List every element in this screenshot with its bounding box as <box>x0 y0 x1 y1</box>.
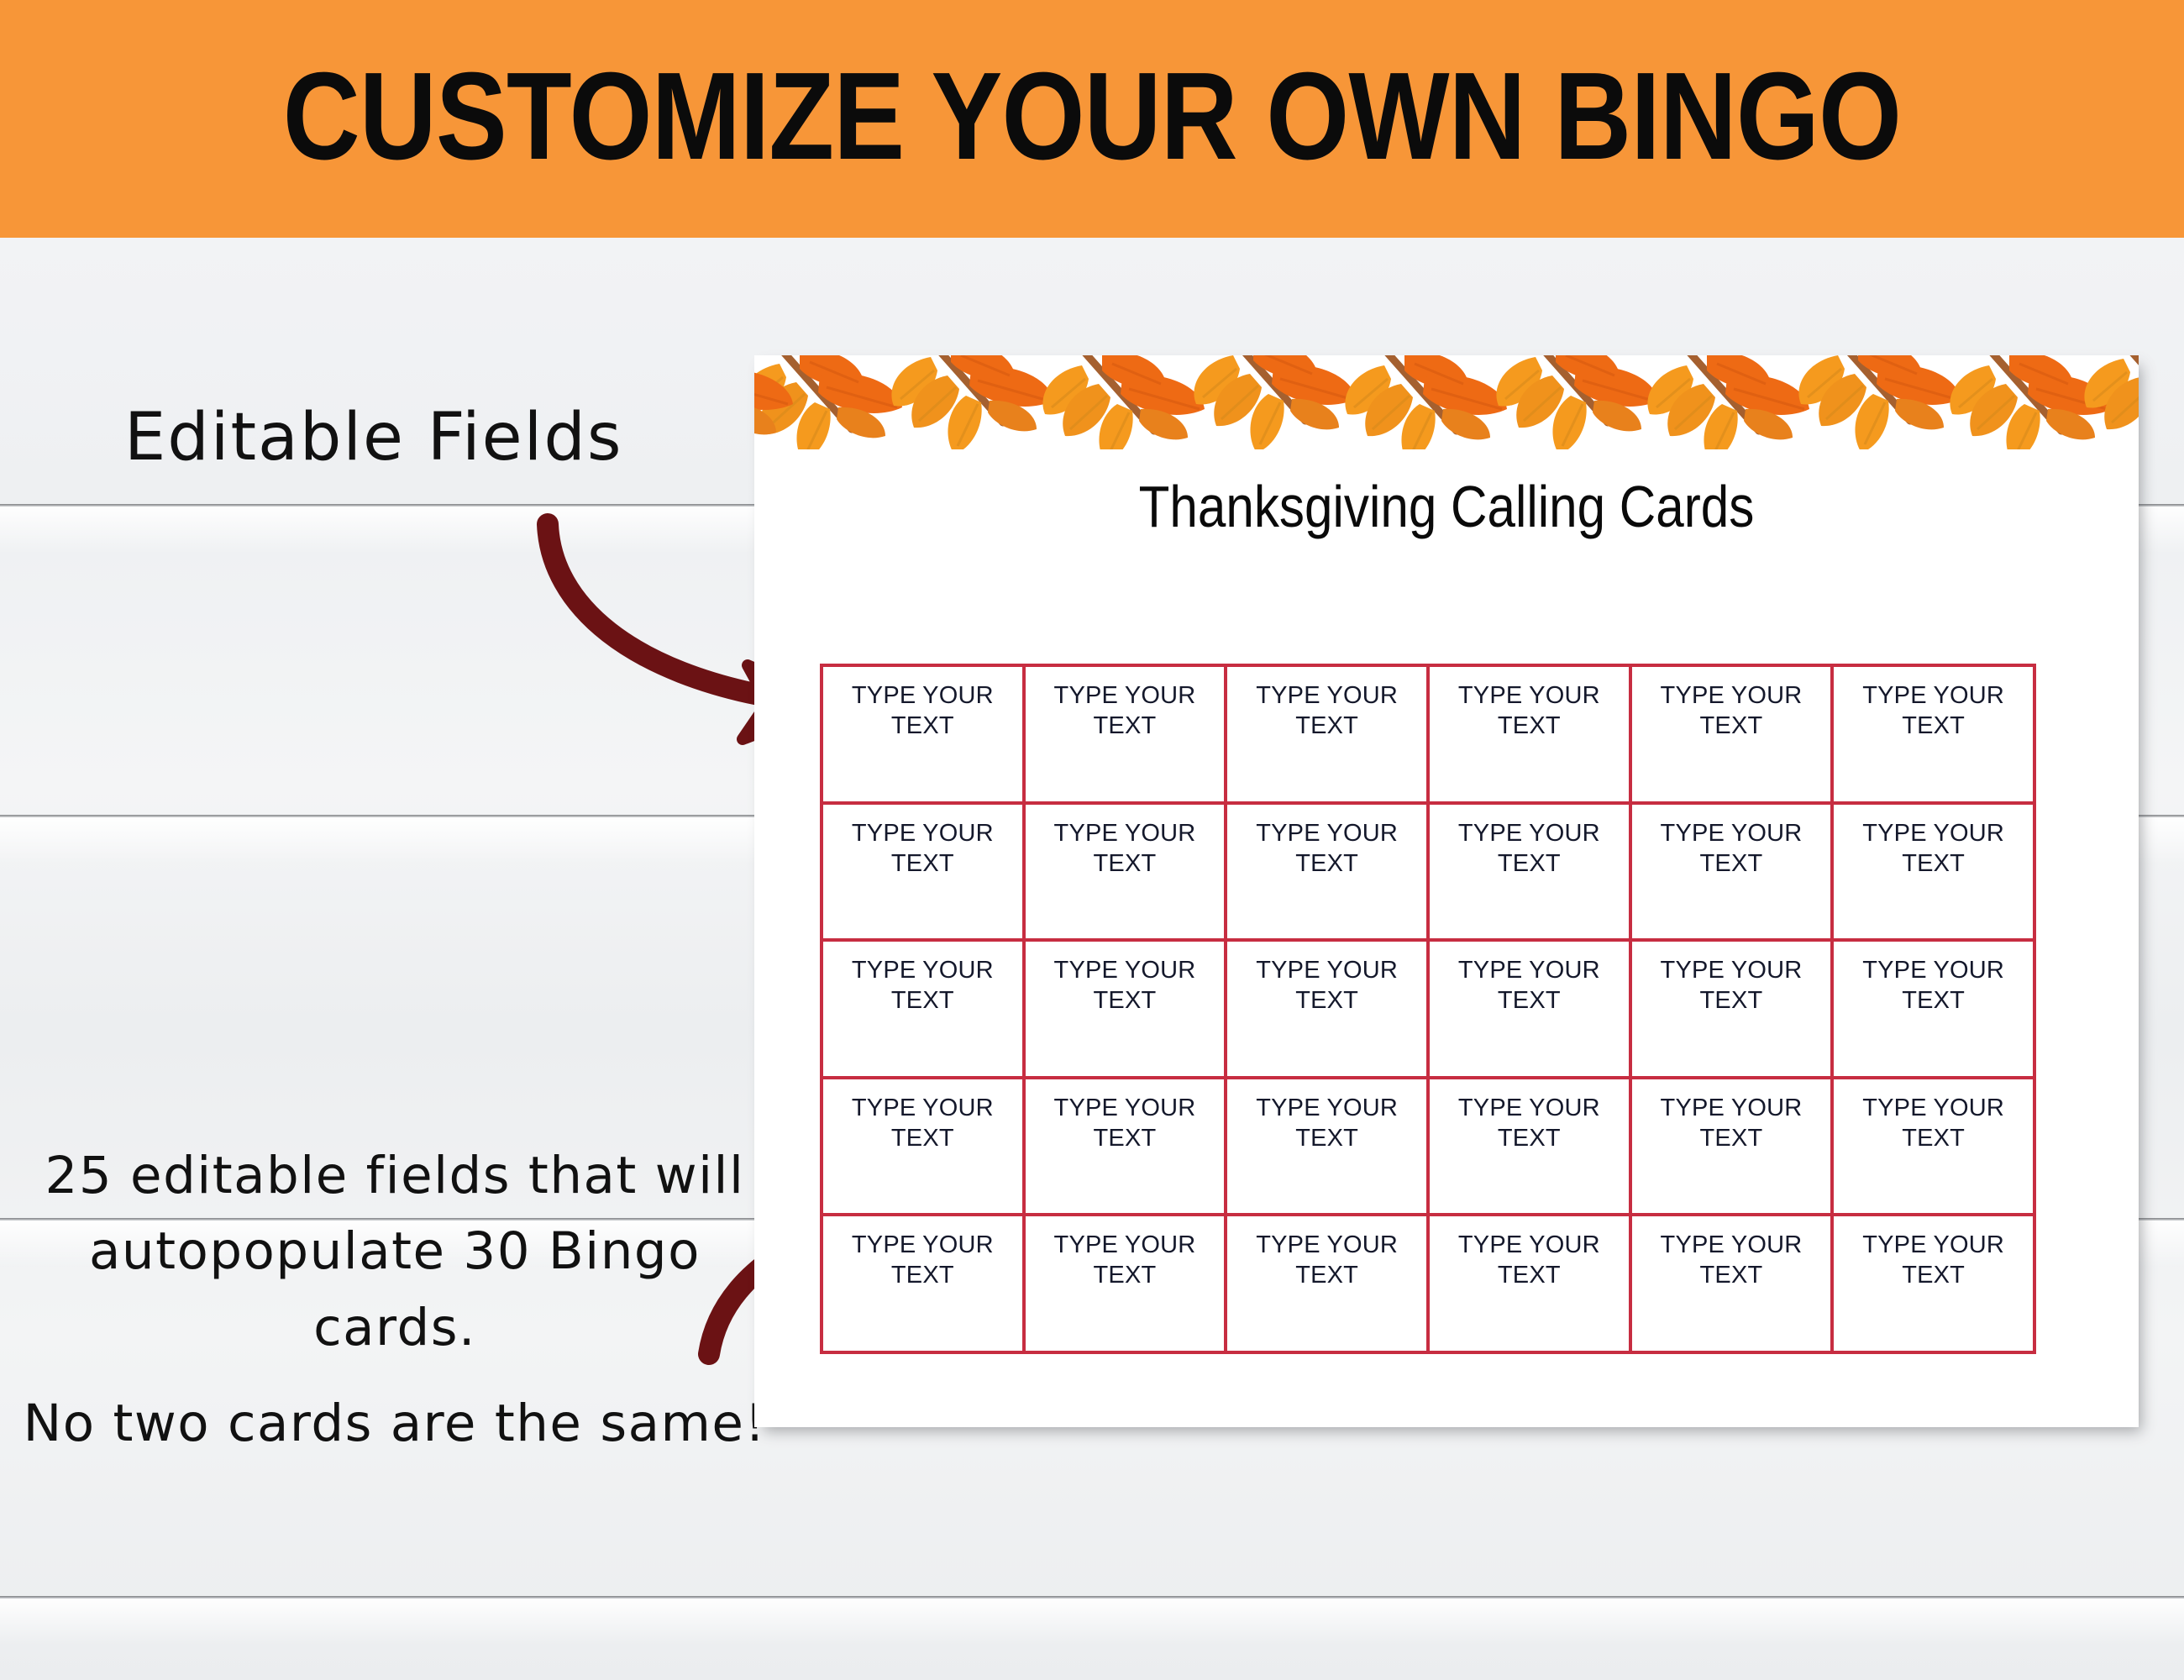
bingo-cell-label: TYPE YOUR TEXT <box>851 957 994 1015</box>
bingo-cell-label: TYPE YOUR TEXT <box>1660 1231 1803 1289</box>
bingo-cell-label: TYPE YOUR TEXT <box>1660 1094 1803 1152</box>
banner-title: CUSTOMIZE YOUR OWN BINGO <box>282 46 1902 186</box>
bingo-cell-label: TYPE YOUR TEXT <box>1660 682 1803 739</box>
bingo-cell-label: TYPE YOUR TEXT <box>1862 1094 2005 1152</box>
bingo-cell-label: TYPE YOUR TEXT <box>1053 1094 1196 1152</box>
bingo-cell[interactable]: TYPE YOUR TEXT <box>1631 1079 1835 1217</box>
bingo-cell[interactable]: TYPE YOUR TEXT <box>1227 667 1430 805</box>
bingo-cell-label: TYPE YOUR TEXT <box>1457 819 1600 877</box>
bingo-cell[interactable]: TYPE YOUR TEXT <box>1430 1216 1632 1354</box>
bingo-cell[interactable]: TYPE YOUR TEXT <box>1430 1079 1632 1217</box>
bingo-cell[interactable]: TYPE YOUR TEXT <box>823 942 1026 1079</box>
promo-graphic-root: CUSTOMIZE YOUR OWN BINGO Editable Fields… <box>0 0 2184 1680</box>
bingo-cell-label: TYPE YOUR TEXT <box>1660 957 1803 1015</box>
bingo-cell-label: TYPE YOUR TEXT <box>1862 682 2005 739</box>
bingo-cell-label: TYPE YOUR TEXT <box>1256 1231 1399 1289</box>
bingo-cell[interactable]: TYPE YOUR TEXT <box>1834 1216 2036 1354</box>
bingo-cell[interactable]: TYPE YOUR TEXT <box>1834 942 2036 1079</box>
plank-seam <box>0 1596 2184 1599</box>
bingo-cell[interactable]: TYPE YOUR TEXT <box>823 1216 1026 1354</box>
bingo-cell[interactable]: TYPE YOUR TEXT <box>1025 804 1228 942</box>
bingo-cell-label: TYPE YOUR TEXT <box>1660 819 1803 877</box>
bingo-cell-label: TYPE YOUR TEXT <box>851 1094 994 1152</box>
card-title: Thanksgiving Calling Cards <box>1138 474 1755 539</box>
bingo-cell-label: TYPE YOUR TEXT <box>1053 682 1196 739</box>
editable-fields-label: Editable Fields <box>124 400 623 475</box>
bingo-cell[interactable]: TYPE YOUR TEXT <box>823 1079 1026 1217</box>
bingo-cell[interactable]: TYPE YOUR TEXT <box>1631 1216 1835 1354</box>
bingo-cell-label: TYPE YOUR TEXT <box>1862 957 2005 1015</box>
bingo-cell-label: TYPE YOUR TEXT <box>1862 1231 2005 1289</box>
description-line-3: cards. <box>313 1297 476 1357</box>
description-line-2: autopopulate 30 Bingo <box>89 1221 701 1282</box>
bingo-cell[interactable]: TYPE YOUR TEXT <box>1430 804 1632 942</box>
bingo-cell-label: TYPE YOUR TEXT <box>1862 819 2005 877</box>
bingo-cell[interactable]: TYPE YOUR TEXT <box>1025 1079 1228 1217</box>
header-banner: CUSTOMIZE YOUR OWN BINGO <box>0 0 2184 238</box>
bingo-cell[interactable]: TYPE YOUR TEXT <box>1834 667 2036 805</box>
bingo-cell[interactable]: TYPE YOUR TEXT <box>1430 942 1632 1079</box>
bingo-cell[interactable]: TYPE YOUR TEXT <box>1631 667 1835 805</box>
bingo-cell-label: TYPE YOUR TEXT <box>1457 682 1600 739</box>
bingo-cell-label: TYPE YOUR TEXT <box>1053 957 1196 1015</box>
bingo-cell-label: TYPE YOUR TEXT <box>1256 682 1399 739</box>
bingo-cell[interactable]: TYPE YOUR TEXT <box>1834 1079 2036 1217</box>
bingo-cell[interactable]: TYPE YOUR TEXT <box>1025 667 1228 805</box>
calling-cards-grid: TYPE YOUR TEXT TYPE YOUR TEXT TYPE YOUR TE… <box>820 664 2036 1354</box>
bingo-cell[interactable]: TYPE YOUR TEXT <box>1227 1216 1430 1354</box>
bingo-cell-label: TYPE YOUR TEXT <box>1457 957 1600 1015</box>
bingo-cell-label: TYPE YOUR TEXT <box>1256 1094 1399 1152</box>
bingo-cell-label: TYPE YOUR TEXT <box>851 819 994 877</box>
bingo-cell[interactable]: TYPE YOUR TEXT <box>1631 804 1835 942</box>
description-line-1: 25 editable fields that will <box>45 1146 745 1205</box>
bingo-cell[interactable]: TYPE YOUR TEXT <box>823 667 1026 805</box>
bingo-cell-label: TYPE YOUR TEXT <box>1053 819 1196 877</box>
bingo-cell-label: TYPE YOUR TEXT <box>1256 819 1399 877</box>
bingo-calling-card-sheet: Thanksgiving Calling Cards TYPE YOUR TEX… <box>754 355 2139 1427</box>
bingo-cell[interactable]: TYPE YOUR TEXT <box>1025 942 1228 1079</box>
bingo-cell-label: TYPE YOUR TEXT <box>1053 1231 1196 1289</box>
plank-sheen <box>0 1599 2184 1646</box>
description-line-4: No two cards are the same! <box>23 1393 767 1453</box>
bingo-cell[interactable]: TYPE YOUR TEXT <box>1227 804 1430 942</box>
bingo-cell[interactable]: TYPE YOUR TEXT <box>1227 1079 1430 1217</box>
autumn-leaves-border <box>754 355 2139 449</box>
bingo-cell-label: TYPE YOUR TEXT <box>1457 1231 1600 1289</box>
bingo-cell[interactable]: TYPE YOUR TEXT <box>1430 667 1632 805</box>
bingo-cell-label: TYPE YOUR TEXT <box>1457 1094 1600 1152</box>
bingo-cell-label: TYPE YOUR TEXT <box>851 1231 994 1289</box>
bingo-cell[interactable]: TYPE YOUR TEXT <box>1227 942 1430 1079</box>
autumn-leaves-svg <box>754 355 2139 449</box>
bingo-cell-label: TYPE YOUR TEXT <box>1256 957 1399 1015</box>
bingo-cell[interactable]: TYPE YOUR TEXT <box>1025 1216 1228 1354</box>
bingo-cell[interactable]: TYPE YOUR TEXT <box>1834 804 2036 942</box>
bingo-cell[interactable]: TYPE YOUR TEXT <box>823 804 1026 942</box>
bingo-cell-label: TYPE YOUR TEXT <box>851 682 994 739</box>
description-annotation: 25 editable fields that will autopopulat… <box>17 1138 773 1462</box>
bingo-cell[interactable]: TYPE YOUR TEXT <box>1631 942 1835 1079</box>
